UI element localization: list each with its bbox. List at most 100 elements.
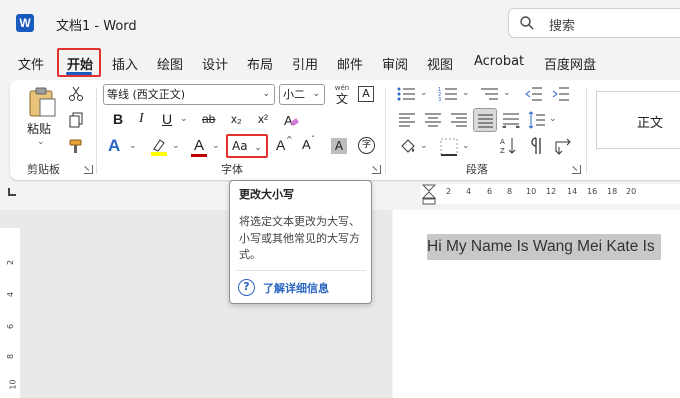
tab-mailings[interactable]: 邮件 bbox=[337, 54, 363, 73]
tab-draw[interactable]: 绘图 bbox=[157, 54, 183, 73]
bullets-icon[interactable] bbox=[396, 86, 416, 102]
ruler-tick: 2 bbox=[446, 187, 452, 196]
line-spacing-dropdown-icon[interactable]: ⌄ bbox=[549, 114, 557, 124]
text-effects-dropdown-icon[interactable]: ⌄ bbox=[129, 141, 137, 151]
word-logo-icon: W bbox=[16, 14, 34, 32]
tab-layout[interactable]: 布局 bbox=[247, 54, 273, 73]
svg-text:A: A bbox=[284, 113, 293, 128]
numbering-icon[interactable]: 123 bbox=[438, 86, 458, 102]
multilevel-list-icon[interactable] bbox=[479, 86, 499, 102]
tooltip-divider bbox=[236, 270, 366, 271]
tab-file[interactable]: 文件 bbox=[18, 54, 44, 73]
phonetic-guide-char: 文 bbox=[335, 92, 348, 106]
tab-acrobat[interactable]: Acrobat bbox=[474, 54, 524, 69]
sort-icon[interactable]: AZ bbox=[500, 136, 518, 156]
tab-review[interactable]: 审阅 bbox=[382, 54, 408, 73]
decrease-indent-icon[interactable] bbox=[525, 86, 543, 102]
distributed-icon[interactable] bbox=[502, 112, 520, 128]
superscript-button[interactable]: x² bbox=[258, 112, 268, 126]
shading-icon[interactable] bbox=[398, 137, 418, 157]
char-border-button[interactable]: A bbox=[358, 86, 374, 102]
change-case-button[interactable]: Aa ⌄ bbox=[226, 134, 268, 158]
ruler-tick: 12 bbox=[546, 187, 557, 196]
paste-icon[interactable] bbox=[28, 86, 58, 118]
tooltip-title: 更改大小写 bbox=[239, 188, 294, 201]
italic-button[interactable]: I bbox=[139, 111, 144, 127]
active-tab-underline bbox=[66, 72, 92, 75]
font-size-box[interactable]: 小二 ⌄ bbox=[279, 84, 325, 105]
justify-button[interactable] bbox=[473, 108, 497, 132]
multilevel-dropdown-icon[interactable]: ⌄ bbox=[503, 88, 511, 98]
borders-dropdown-icon[interactable]: ⌄ bbox=[462, 141, 470, 151]
tab-selector-icon[interactable] bbox=[8, 188, 16, 196]
font-color-button[interactable]: A bbox=[191, 135, 207, 157]
font-name-value: 等线 (西文正文) bbox=[107, 88, 186, 101]
tooltip-learn-more-link[interactable]: 了解详细信息 bbox=[263, 280, 329, 296]
font-launcher-icon[interactable] bbox=[372, 165, 381, 174]
ruler-tick: 14 bbox=[567, 187, 578, 196]
shrink-font-caret-icon: ˇ bbox=[311, 135, 315, 144]
ruler-tick: 16 bbox=[587, 187, 598, 196]
subscript-button[interactable]: x₂ bbox=[231, 112, 242, 126]
horizontal-ruler[interactable]: 2 4 6 8 10 12 14 16 18 20 bbox=[421, 184, 680, 206]
search-box[interactable]: 搜索 bbox=[508, 8, 680, 38]
font-color-bar bbox=[191, 154, 207, 157]
font-group-label: 字体 bbox=[221, 163, 243, 176]
ruler-tick: 10 bbox=[526, 187, 537, 196]
tab-references[interactable]: 引用 bbox=[292, 54, 318, 73]
ruler-tick: 6 bbox=[487, 187, 493, 196]
ruler-tick: 20 bbox=[626, 187, 637, 196]
align-right-icon[interactable] bbox=[450, 112, 468, 128]
indent-marker-icon[interactable] bbox=[421, 184, 437, 206]
paste-dropdown-chevron-icon[interactable]: ⌄ bbox=[37, 137, 45, 147]
text-effects-button[interactable]: A bbox=[108, 136, 120, 156]
tooltip-description: 将选定文本更改为大写、小写或其他常见的大写方式。 bbox=[239, 215, 360, 261]
char-shading-button[interactable]: A bbox=[331, 138, 347, 154]
style-normal[interactable]: 正文 bbox=[596, 91, 680, 149]
phonetic-guide-button[interactable]: wén 文 bbox=[331, 84, 353, 106]
ribbon-tabs: 文件 开始 插入 绘图 设计 布局 引用 邮件 审阅 视图 Acrobat 百度… bbox=[0, 50, 680, 76]
change-case-label: Aa bbox=[232, 139, 248, 153]
bold-button[interactable]: B bbox=[113, 111, 123, 127]
group-divider bbox=[586, 88, 587, 174]
grow-font-button[interactable]: A bbox=[276, 137, 285, 153]
help-icon[interactable]: ? bbox=[238, 279, 255, 296]
font-color-dropdown-icon[interactable]: ⌄ bbox=[212, 141, 220, 151]
highlight-color-icon[interactable] bbox=[149, 137, 169, 157]
paragraph-launcher-icon[interactable] bbox=[572, 165, 581, 174]
strikethrough-button[interactable]: ab bbox=[202, 112, 215, 126]
highlight-dropdown-icon[interactable]: ⌄ bbox=[172, 141, 180, 151]
style-normal-label: 正文 bbox=[637, 116, 664, 131]
phonetic-guide-pinyin: wén bbox=[334, 84, 350, 92]
vruler-tick: 4 bbox=[6, 291, 16, 298]
paragraph-mark-icon[interactable] bbox=[530, 136, 544, 156]
borders-icon[interactable] bbox=[440, 138, 458, 156]
clipboard-launcher-icon[interactable] bbox=[84, 165, 93, 174]
bullets-dropdown-icon[interactable]: ⌄ bbox=[420, 88, 428, 98]
change-case-dropdown-icon: ⌄ bbox=[254, 143, 262, 153]
align-left-icon[interactable] bbox=[398, 112, 416, 128]
tab-design[interactable]: 设计 bbox=[202, 54, 228, 73]
paste-button[interactable]: 粘贴 bbox=[27, 120, 51, 137]
shading-dropdown-icon[interactable]: ⌄ bbox=[420, 141, 428, 151]
font-name-box[interactable]: 等线 (西文正文) ⌄ bbox=[103, 84, 275, 105]
align-center-icon[interactable] bbox=[424, 112, 442, 128]
asian-layout-icon[interactable] bbox=[554, 138, 574, 156]
clear-formatting-icon[interactable]: A bbox=[282, 111, 300, 129]
line-spacing-icon[interactable] bbox=[528, 110, 546, 130]
increase-indent-icon[interactable] bbox=[552, 86, 570, 102]
shrink-font-button[interactable]: A bbox=[302, 137, 311, 152]
copy-icon[interactable] bbox=[68, 112, 84, 128]
selected-document-text[interactable]: Hi My Name Is Wang Mei Kate Is bbox=[427, 234, 661, 260]
enclose-characters-button[interactable]: 字 bbox=[358, 137, 375, 154]
tab-baidu-netdisk[interactable]: 百度网盘 bbox=[544, 54, 596, 73]
numbering-dropdown-icon[interactable]: ⌄ bbox=[462, 88, 470, 98]
tab-view[interactable]: 视图 bbox=[427, 54, 453, 73]
group-divider bbox=[96, 88, 97, 174]
tab-insert[interactable]: 插入 bbox=[112, 54, 138, 73]
underline-button[interactable]: U bbox=[162, 111, 172, 127]
underline-dropdown-icon[interactable]: ⌄ bbox=[180, 114, 188, 124]
cut-icon[interactable] bbox=[68, 86, 84, 102]
vruler-tick: 6 bbox=[6, 323, 16, 330]
format-painter-icon[interactable] bbox=[68, 138, 84, 154]
